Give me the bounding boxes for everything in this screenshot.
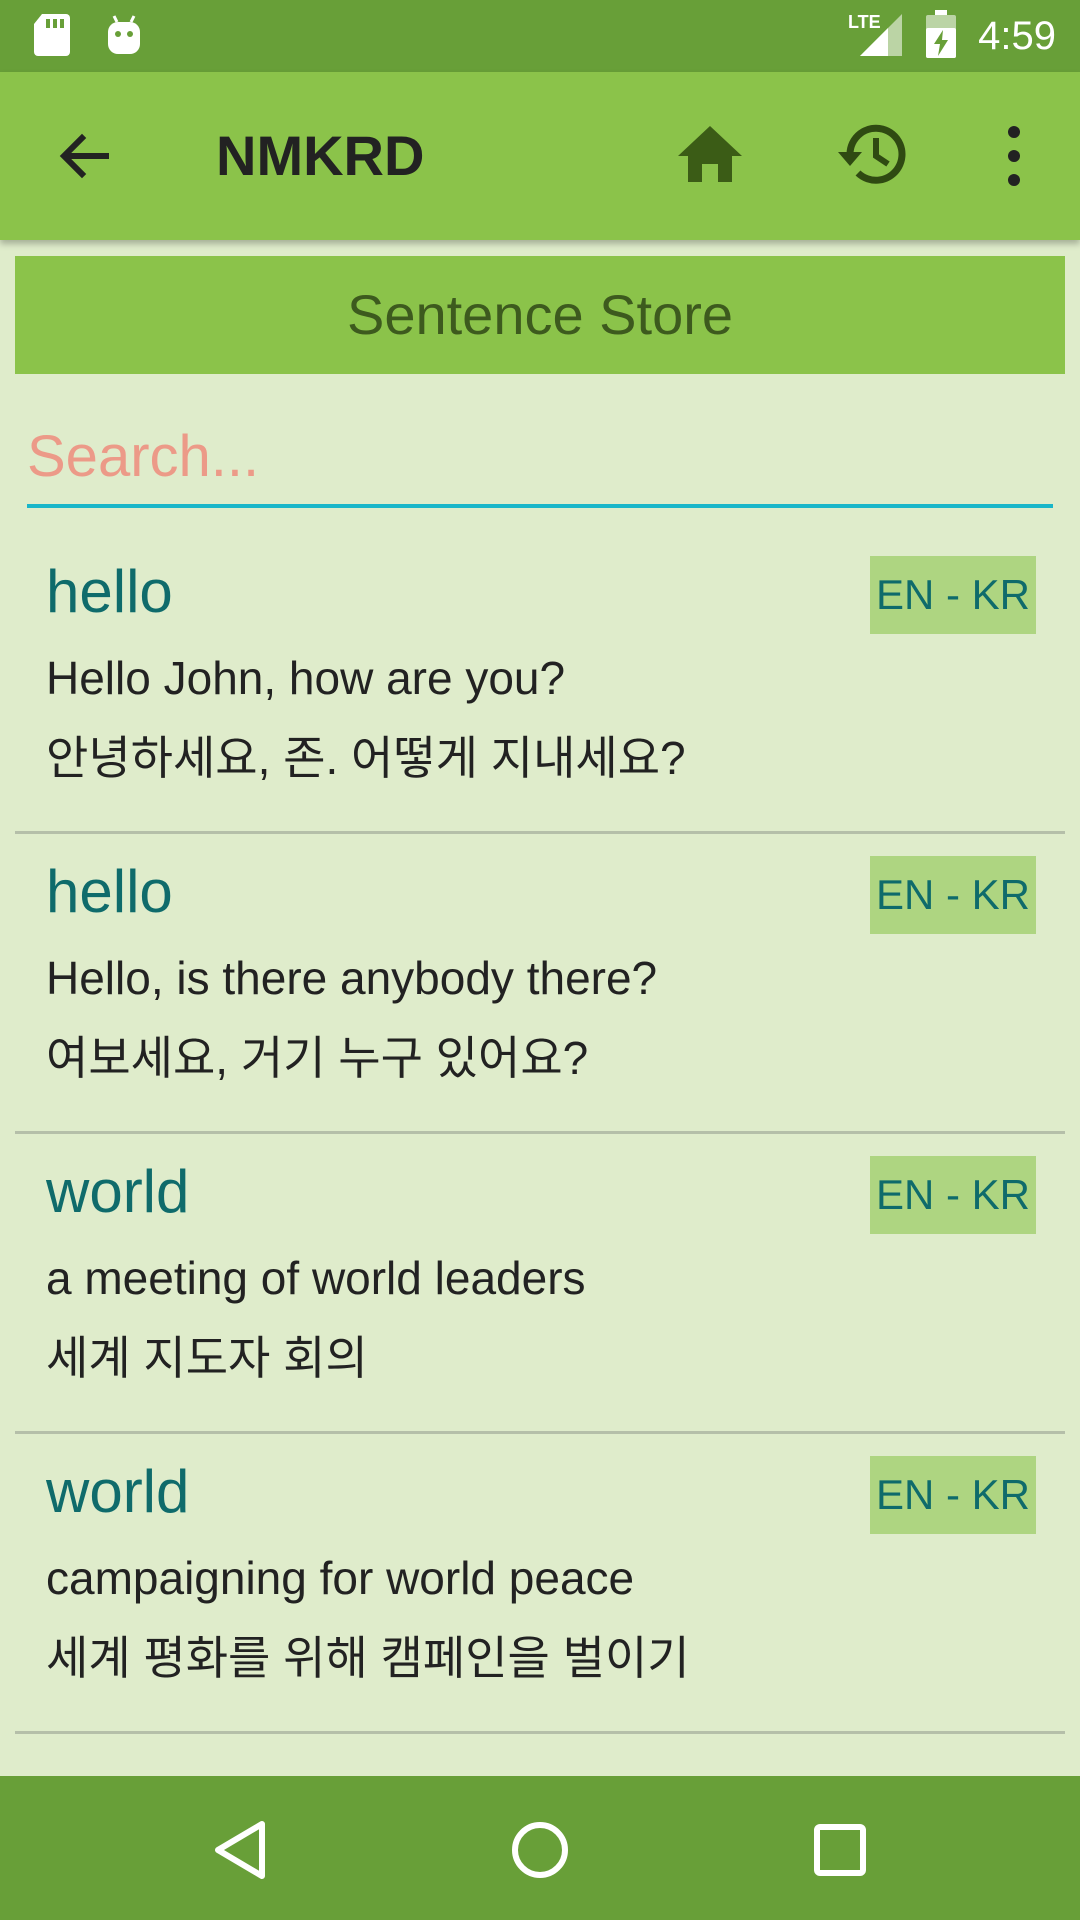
item-word: hello — [46, 858, 173, 925]
item-english-sentence: a meeting of world leaders — [46, 1252, 586, 1304]
list-item[interactable]: world EN - KR campaigning for world peac… — [15, 1434, 1065, 1734]
history-icon[interactable] — [836, 116, 912, 192]
language-badge: EN - KR — [870, 556, 1036, 634]
list-item[interactable]: hello EN - KR Hello, is there anybody th… — [15, 834, 1065, 1134]
status-bar: LTE 4:59 — [0, 0, 1080, 72]
network-label: LTE — [848, 12, 881, 32]
section-header: Sentence Store — [15, 256, 1065, 374]
item-english-sentence: Hello, is there anybody there? — [46, 952, 658, 1004]
item-english-sentence: campaigning for world peace — [46, 1552, 635, 1604]
battery-icon — [926, 10, 957, 63]
language-badge: EN - KR — [870, 1456, 1036, 1534]
item-korean-sentence: 안녕하세요, 존. 어떻게 지내세요? — [46, 732, 686, 784]
nav-home-icon[interactable] — [510, 1820, 570, 1885]
home-icon[interactable] — [676, 120, 744, 188]
item-word: hello — [46, 558, 173, 625]
app-bar: NMKRD — [0, 72, 1080, 240]
item-korean-sentence: 세계 지도자 회의 — [46, 1332, 368, 1384]
app-title: NMKRD — [216, 124, 425, 187]
sentence-list: hello EN - KR Hello John, how are you? 안… — [15, 534, 1065, 1734]
more-vert-icon[interactable] — [996, 120, 1032, 192]
sd-card-icon — [34, 14, 70, 61]
search-field[interactable] — [27, 408, 1053, 508]
language-badge: EN - KR — [870, 856, 1036, 934]
search-input[interactable] — [27, 408, 1053, 504]
language-badge: EN - KR — [870, 1156, 1036, 1234]
system-nav-bar — [0, 1776, 1080, 1920]
status-time: 4:59 — [978, 14, 1056, 58]
android-icon — [106, 14, 142, 61]
nav-recents-icon[interactable] — [812, 1822, 868, 1883]
item-korean-sentence: 여보세요, 거기 누구 있어요? — [46, 1032, 589, 1084]
nav-back-icon[interactable] — [212, 1820, 268, 1885]
lte-signal-icon: LTE — [848, 10, 904, 63]
list-item[interactable]: world EN - KR a meeting of world leaders… — [15, 1134, 1065, 1434]
item-korean-sentence: 세계 평화를 위해 캠페인을 벌이기 — [46, 1632, 690, 1684]
item-word: world — [46, 1458, 190, 1525]
back-arrow-icon[interactable] — [52, 124, 116, 188]
item-word: world — [46, 1158, 190, 1225]
list-item[interactable]: hello EN - KR Hello John, how are you? 안… — [15, 534, 1065, 834]
item-english-sentence: Hello John, how are you? — [46, 652, 566, 704]
